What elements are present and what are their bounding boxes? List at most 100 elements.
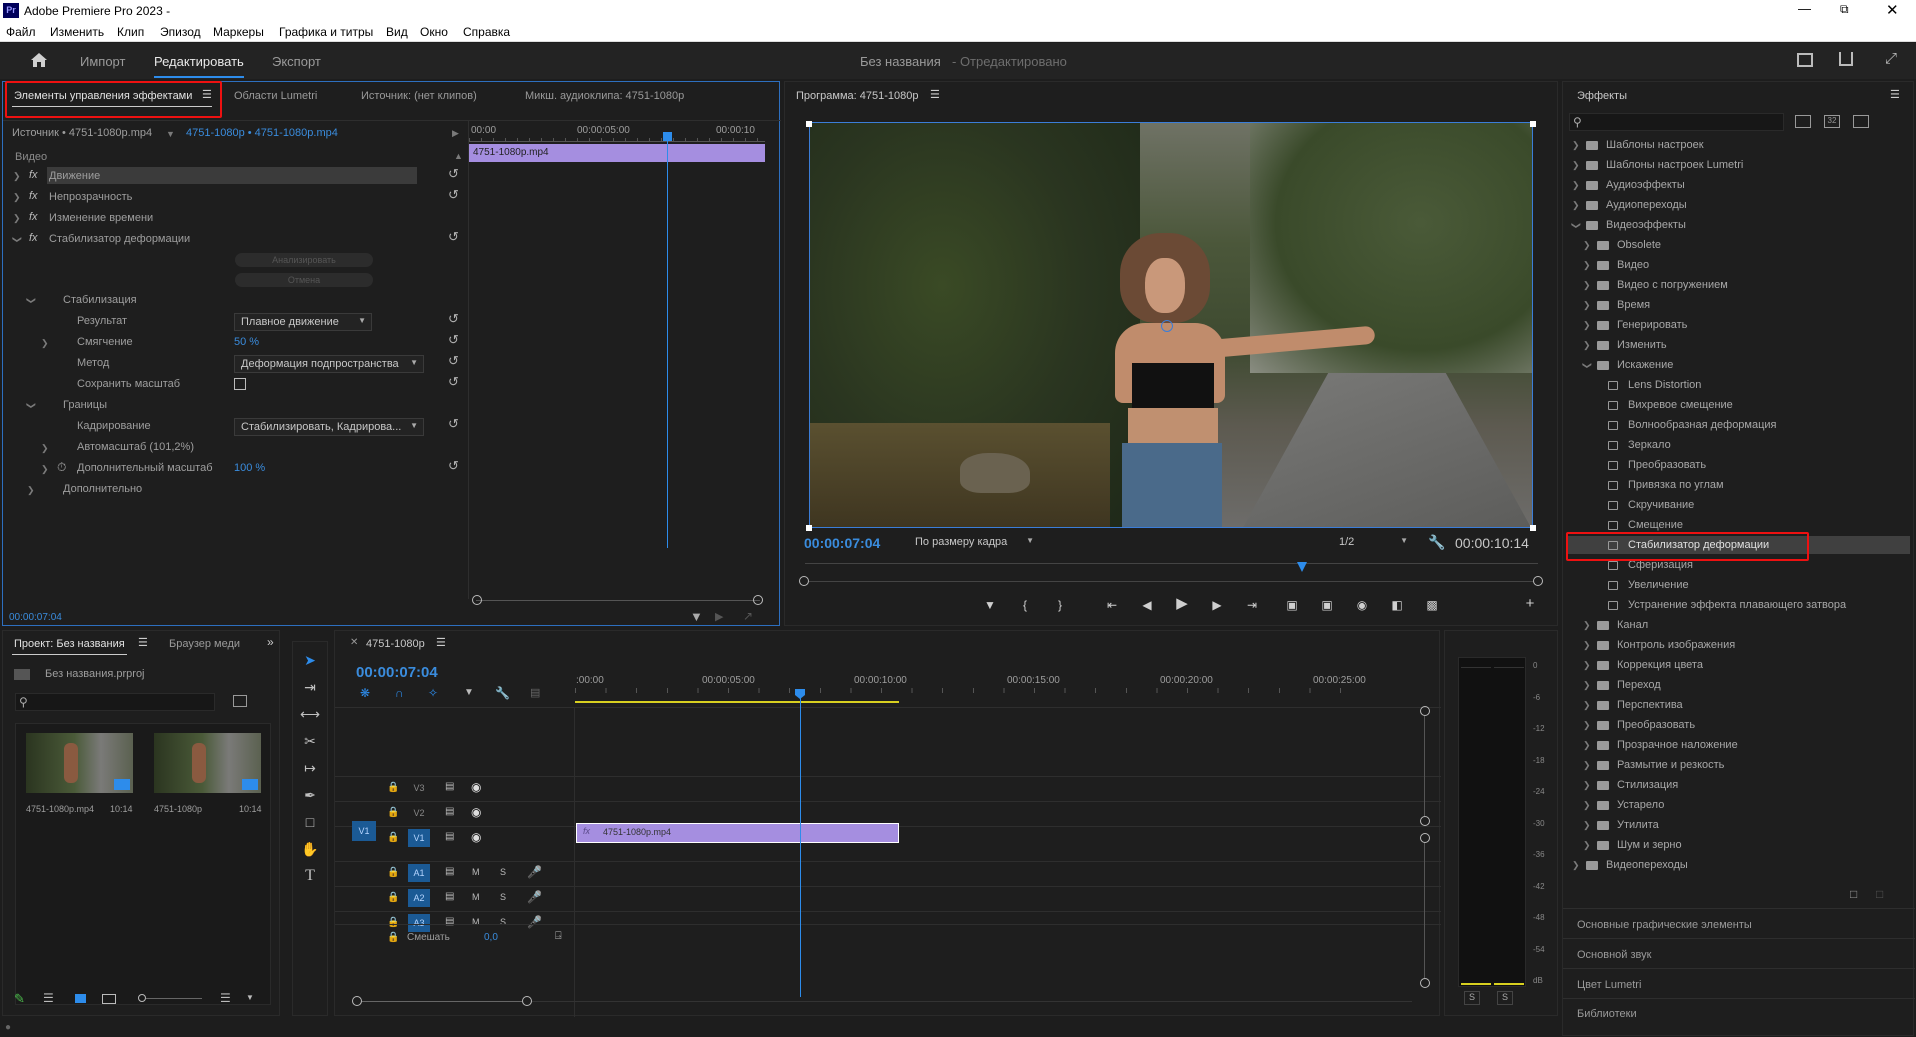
- chevron-right-icon[interactable]: ❯: [1583, 820, 1591, 831]
- effects-tree-item[interactable]: Генерировать: [1617, 319, 1687, 331]
- effects-tree-item[interactable]: Lens Distortion: [1628, 379, 1701, 391]
- chevron-right-icon[interactable]: ❯: [1572, 140, 1580, 151]
- effects-tree-item[interactable]: Канал: [1617, 619, 1648, 631]
- wrench-icon[interactable]: 🔧: [1428, 534, 1445, 551]
- close-sequence-icon[interactable]: ✕: [350, 637, 358, 648]
- chevron-down-icon[interactable]: ❯: [1570, 222, 1581, 230]
- chevron-right-icon[interactable]: ❯: [1583, 760, 1591, 771]
- effects-tree-item[interactable]: Преобразовать: [1617, 719, 1695, 731]
- tab-media-browser[interactable]: Браузер меди: [169, 638, 240, 650]
- chevron-right-icon[interactable]: ❯: [1583, 780, 1591, 791]
- type-tool-icon[interactable]: T: [300, 866, 320, 886]
- chevron-right-icon[interactable]: ❯: [1572, 180, 1580, 191]
- delete-icon[interactable]: □: [1876, 887, 1883, 901]
- effects-tree-item[interactable]: Сферизация: [1628, 559, 1693, 571]
- solo-button[interactable]: S: [500, 917, 506, 927]
- lumetri-color-panel[interactable]: Цвет Lumetri: [1577, 979, 1641, 991]
- source-clip-label[interactable]: Источник • 4751-1080p.mp4: [12, 127, 152, 139]
- panel-menu-icon[interactable]: ☰: [138, 636, 148, 649]
- effects-tree-item[interactable]: Видео с погружением: [1617, 279, 1728, 291]
- chevron-right-icon[interactable]: ❯: [1583, 260, 1591, 271]
- chevron-right-icon[interactable]: ❯: [1583, 740, 1591, 751]
- mute-button[interactable]: M: [472, 892, 480, 902]
- expand-smoothing-icon[interactable]: ❯: [41, 338, 49, 349]
- work-area-bar[interactable]: [575, 701, 899, 703]
- effects-tree-item[interactable]: Изменить: [1617, 339, 1667, 351]
- track-label-v1[interactable]: V1: [408, 829, 430, 847]
- effects-tree-item[interactable]: Видео: [1617, 259, 1649, 271]
- effects-tree-item[interactable]: Волнообразная деформация: [1628, 419, 1777, 431]
- a-scroll-track[interactable]: [1424, 843, 1425, 978]
- effect-time-remap[interactable]: Изменение времени: [49, 212, 153, 224]
- ec-timecode[interactable]: 00:00:07:04: [9, 612, 62, 623]
- chevron-down-icon[interactable]: ▼: [166, 129, 175, 139]
- microphone-icon[interactable]: 🎤: [527, 890, 542, 904]
- effects-tree-item[interactable]: Аудиопереходы: [1606, 199, 1687, 211]
- program-playhead[interactable]: [1297, 562, 1307, 572]
- 32bit-effects-icon[interactable]: 32: [1824, 115, 1840, 128]
- effects-search-input[interactable]: ⚲: [1569, 113, 1784, 131]
- reset-icon[interactable]: ↺: [448, 312, 462, 325]
- tab-project[interactable]: Проект: Без названия: [14, 638, 125, 650]
- menu-help[interactable]: Справка: [463, 25, 510, 39]
- essential-graphics-panel[interactable]: Основные графические элементы: [1577, 919, 1752, 931]
- v-scroll-track[interactable]: [1424, 716, 1425, 816]
- zoom-track[interactable]: [809, 581, 1533, 582]
- corner-handle[interactable]: [806, 525, 812, 531]
- effects-tree-item[interactable]: Размытие и резкость: [1617, 759, 1724, 771]
- sequence-clip-label[interactable]: 4751-1080p • 4751-1080p.mp4: [186, 127, 338, 139]
- zoom-handle-right[interactable]: [1533, 576, 1543, 586]
- corner-handle[interactable]: [806, 121, 812, 127]
- chevron-right-icon[interactable]: ❯: [1583, 240, 1591, 251]
- analyze-button[interactable]: Анализировать: [235, 253, 373, 267]
- chevron-right-icon[interactable]: ❯: [1583, 640, 1591, 651]
- effects-tree-item[interactable]: Видеоэффекты: [1606, 219, 1686, 231]
- lock-icon[interactable]: 🔒: [387, 807, 399, 818]
- corner-handle[interactable]: [1530, 525, 1536, 531]
- mix-value[interactable]: 0,0: [484, 932, 498, 943]
- expand-time-remap-icon[interactable]: ❯: [13, 213, 21, 224]
- ec-zoom-track[interactable]: [476, 600, 760, 601]
- menu-markers[interactable]: Маркеры: [213, 25, 264, 39]
- panel-menu-icon[interactable]: ☰: [1890, 88, 1900, 101]
- menu-view[interactable]: Вид: [386, 25, 408, 39]
- hand-tool-icon[interactable]: ✋: [300, 839, 320, 859]
- timeline-clip[interactable]: 4751-1080p.mp4: [576, 823, 899, 843]
- solo-button[interactable]: S: [500, 867, 506, 877]
- sync-lock-icon[interactable]: ▤: [445, 781, 454, 792]
- crop-dropdown[interactable]: Стабилизировать, Кадрирова... ▼: [234, 418, 424, 436]
- chevron-right-icon[interactable]: ❯: [1583, 340, 1591, 351]
- nest-toggle-icon[interactable]: ❋: [360, 686, 370, 700]
- effects-tree-item[interactable]: Устарело: [1617, 799, 1664, 811]
- corner-handle[interactable]: [1530, 121, 1536, 127]
- reset-icon[interactable]: ↺: [448, 188, 462, 201]
- expand-motion-icon[interactable]: ❯: [13, 171, 21, 182]
- effects-tree-item[interactable]: Утилита: [1617, 819, 1659, 831]
- effects-tree-item[interactable]: Вихревое смещение: [1628, 399, 1733, 411]
- microphone-icon[interactable]: 🎤: [527, 915, 542, 929]
- stopwatch-icon[interactable]: ⏱: [57, 460, 66, 475]
- chevron-right-icon[interactable]: ❯: [1572, 860, 1580, 871]
- mute-button[interactable]: M: [472, 917, 480, 927]
- razor-tool-icon[interactable]: ✂: [300, 731, 320, 751]
- chevron-right-icon[interactable]: ❯: [1583, 660, 1591, 671]
- eye-icon[interactable]: ◉: [471, 830, 481, 844]
- play-icon[interactable]: ▶: [1172, 595, 1192, 613]
- lock-icon[interactable]: 🔒: [387, 867, 399, 878]
- effects-tree-item[interactable]: Переход: [1617, 679, 1661, 691]
- selection-tool-icon[interactable]: ➤: [300, 650, 320, 670]
- expand-opacity-icon[interactable]: ❯: [13, 192, 21, 203]
- sort-icon[interactable]: ☰: [220, 991, 231, 1005]
- zoom-slider-handle[interactable]: [138, 994, 146, 1002]
- effects-tree-item[interactable]: Шаблоны настроек: [1606, 139, 1704, 151]
- new-bin-icon[interactable]: □: [1850, 887, 1857, 901]
- collapse-warp-icon[interactable]: ❯: [11, 236, 22, 244]
- chevron-right-icon[interactable]: ❯: [1572, 160, 1580, 171]
- expand-advanced-icon[interactable]: ❯: [27, 485, 35, 496]
- project-item-thumbnail[interactable]: [154, 733, 261, 793]
- project-search-input[interactable]: ⚲: [15, 693, 215, 711]
- effects-tree-item[interactable]: Аудиоэффекты: [1606, 179, 1685, 191]
- chevron-right-icon[interactable]: ❯: [1583, 300, 1591, 311]
- effects-tree-item[interactable]: Obsolete: [1617, 239, 1661, 251]
- icon-view-icon[interactable]: [75, 994, 86, 1003]
